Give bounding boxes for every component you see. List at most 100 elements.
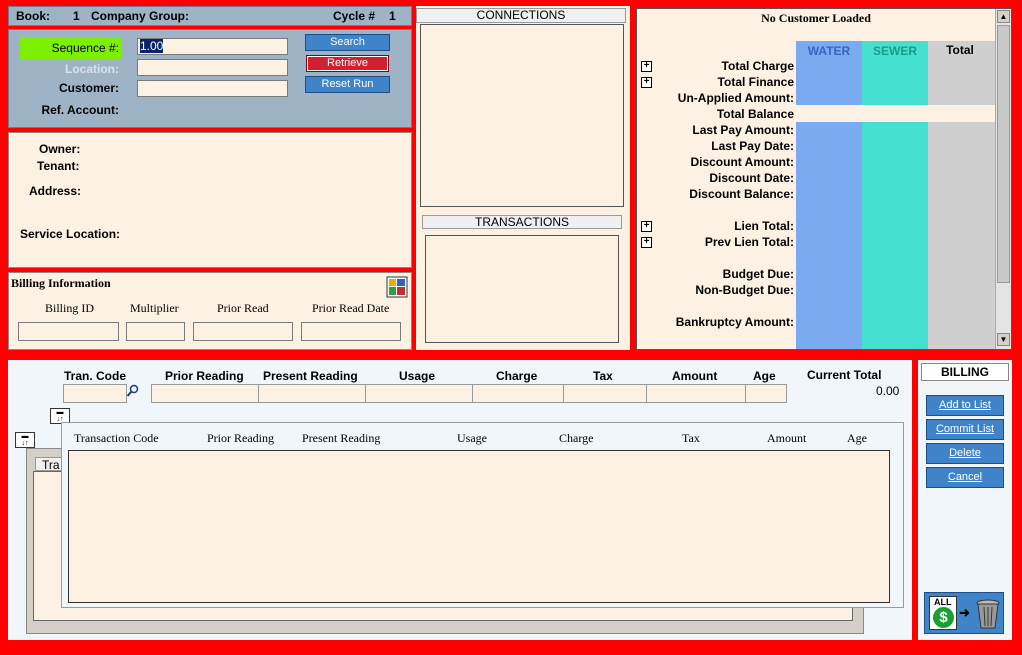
total-finance-label: Total Finance xyxy=(717,75,794,89)
book-label: Book: xyxy=(16,9,50,23)
transactions-list[interactable] xyxy=(425,235,619,343)
sewer-column xyxy=(862,41,928,349)
delete-button[interactable]: Delete xyxy=(926,443,1004,464)
tax-input[interactable] xyxy=(563,384,648,403)
current-total-value: 0.00 xyxy=(876,384,900,398)
discount-date-label: Discount Date: xyxy=(709,171,794,185)
budget-due-label: Budget Due: xyxy=(722,267,794,281)
billing-title: BILLING xyxy=(921,363,1009,381)
arrow-right-icon: ➜ xyxy=(959,605,970,620)
grid-col-tax: Tax xyxy=(682,431,700,445)
cycle-label: Cycle # xyxy=(333,9,376,23)
address-label: Address: xyxy=(29,184,82,198)
expand-prev-lien-total-icon[interactable]: + xyxy=(641,237,652,248)
usage-input[interactable] xyxy=(365,384,474,403)
background-grid-tab-label: Tra xyxy=(42,458,60,472)
multiplier-input[interactable] xyxy=(126,322,185,341)
prev-lien-total-label: Prev Lien Total: xyxy=(704,235,794,249)
grid-chart-icon[interactable] xyxy=(386,276,408,298)
prior-reading-input[interactable] xyxy=(151,384,260,403)
connections-header: CONNECTIONS xyxy=(416,8,626,23)
scroll-up-arrow-icon[interactable]: ▲ xyxy=(997,10,1010,23)
total-column xyxy=(928,41,995,349)
vertical-scrollbar[interactable]: ▲ ▼ xyxy=(995,9,1011,349)
water-header: WATER xyxy=(807,44,851,58)
add-to-list-button[interactable]: Add to List xyxy=(926,395,1004,416)
scrollbar-thumb[interactable] xyxy=(997,25,1010,283)
billing-information-panel: Billing Information Billing ID Multiplie… xyxy=(8,272,412,350)
trash-can-icon xyxy=(975,598,1001,630)
charge-header: Charge xyxy=(496,369,538,383)
sewer-header: SEWER xyxy=(872,44,917,58)
current-total-label: Current Total xyxy=(807,368,882,382)
transaction-entry-panel: Tran. Code Prior Reading Present Reading… xyxy=(8,360,912,640)
unapplied-amount-label: Un-Applied Amount: xyxy=(677,91,794,105)
commit-list-button[interactable]: Commit List xyxy=(926,419,1004,440)
discount-balance-label: Discount Balance: xyxy=(689,187,794,201)
lien-total-label: Lien Total: xyxy=(734,219,794,233)
billing-id-label: Billing ID xyxy=(45,301,95,315)
all-label: ALL xyxy=(934,597,952,607)
header-bar: Book: 1 Company Group: Cycle # 1 xyxy=(8,6,412,26)
owner-panel: Owner: Tenant: Address: Service Location… xyxy=(8,132,412,268)
connections-list[interactable] xyxy=(420,24,624,207)
service-location-label: Service Location: xyxy=(20,227,121,241)
sequence-input[interactable]: 1.00 xyxy=(137,38,288,55)
grid-col-age: Age xyxy=(847,431,867,445)
customer-status-title: No Customer Loaded xyxy=(761,11,871,25)
billing-id-input[interactable] xyxy=(18,322,119,341)
owner-label: Owner: xyxy=(39,142,81,156)
present-reading-header: Present Reading xyxy=(263,369,358,383)
charge-input[interactable] xyxy=(472,384,565,403)
billing-information-title: Billing Information xyxy=(11,276,111,290)
last-pay-date-label: Last Pay Date: xyxy=(711,139,794,153)
cycle-value: 1 xyxy=(389,9,396,23)
prior-read-input[interactable] xyxy=(193,322,293,341)
search-button[interactable]: Search xyxy=(305,34,390,51)
expand-total-finance-icon[interactable]: + xyxy=(641,77,652,88)
non-budget-due-label: Non-Budget Due: xyxy=(695,283,794,297)
customer-input[interactable] xyxy=(137,80,288,97)
cancel-button[interactable]: Cancel xyxy=(926,467,1004,488)
bankruptcy-amount-label: Bankruptcy Amount: xyxy=(675,315,794,329)
customer-label: Customer: xyxy=(58,81,119,95)
age-input[interactable] xyxy=(745,384,787,403)
grid-col-present-reading: Present Reading xyxy=(302,431,381,445)
age-header: Age xyxy=(753,369,776,383)
grid-col-transaction-code: Transaction Code xyxy=(74,431,159,445)
water-column xyxy=(796,41,862,349)
grid-col-prior-reading: Prior Reading xyxy=(207,431,274,445)
prior-reading-header: Prior Reading xyxy=(165,369,244,383)
prior-read-date-label: Prior Read Date xyxy=(312,301,390,315)
location-input[interactable] xyxy=(137,59,288,76)
transaction-grid-body[interactable] xyxy=(68,450,890,603)
lookup-search-icon[interactable] xyxy=(126,384,140,398)
total-balance-label: Total Balance xyxy=(716,107,794,121)
amount-input[interactable] xyxy=(646,384,747,403)
multiplier-label: Multiplier xyxy=(130,301,179,315)
discount-amount-label: Discount Amount: xyxy=(690,155,794,169)
expand-lien-total-icon[interactable]: + xyxy=(641,221,652,232)
book-value: 1 xyxy=(73,9,80,23)
retrieve-button[interactable]: Retrieve xyxy=(306,55,389,72)
dollar-icon: $ xyxy=(933,607,954,628)
tran-code-input[interactable] xyxy=(63,384,127,403)
scroll-down-arrow-icon[interactable]: ▼ xyxy=(997,333,1010,346)
expand-total-charge-icon[interactable]: + xyxy=(641,61,652,72)
account-summary-panel: No Customer Loaded WATER SEWER Total + +… xyxy=(636,8,1012,350)
prior-read-date-input[interactable] xyxy=(301,322,401,341)
company-group-label: Company Group: xyxy=(91,9,189,23)
split-handle-icon[interactable]: ▬ ↓↑ xyxy=(15,432,35,448)
sequence-label: Sequence #: xyxy=(51,41,119,55)
ref-account-label: Ref. Account: xyxy=(41,103,119,117)
sequence-input-value: 1.00 xyxy=(140,39,164,53)
transaction-grid: Transaction Code Prior Reading Present R… xyxy=(61,422,904,608)
grid-col-charge: Charge xyxy=(559,431,594,445)
present-reading-input[interactable] xyxy=(258,384,367,403)
reset-run-button[interactable]: Reset Run xyxy=(305,76,390,93)
total-header: Total xyxy=(946,43,974,57)
all-dollar-icon: ALL $ xyxy=(929,596,957,630)
grid-col-usage: Usage xyxy=(457,431,487,445)
clear-all-charges-button[interactable]: ALL $ ➜ xyxy=(924,592,1004,634)
tenant-label: Tenant: xyxy=(37,159,80,173)
